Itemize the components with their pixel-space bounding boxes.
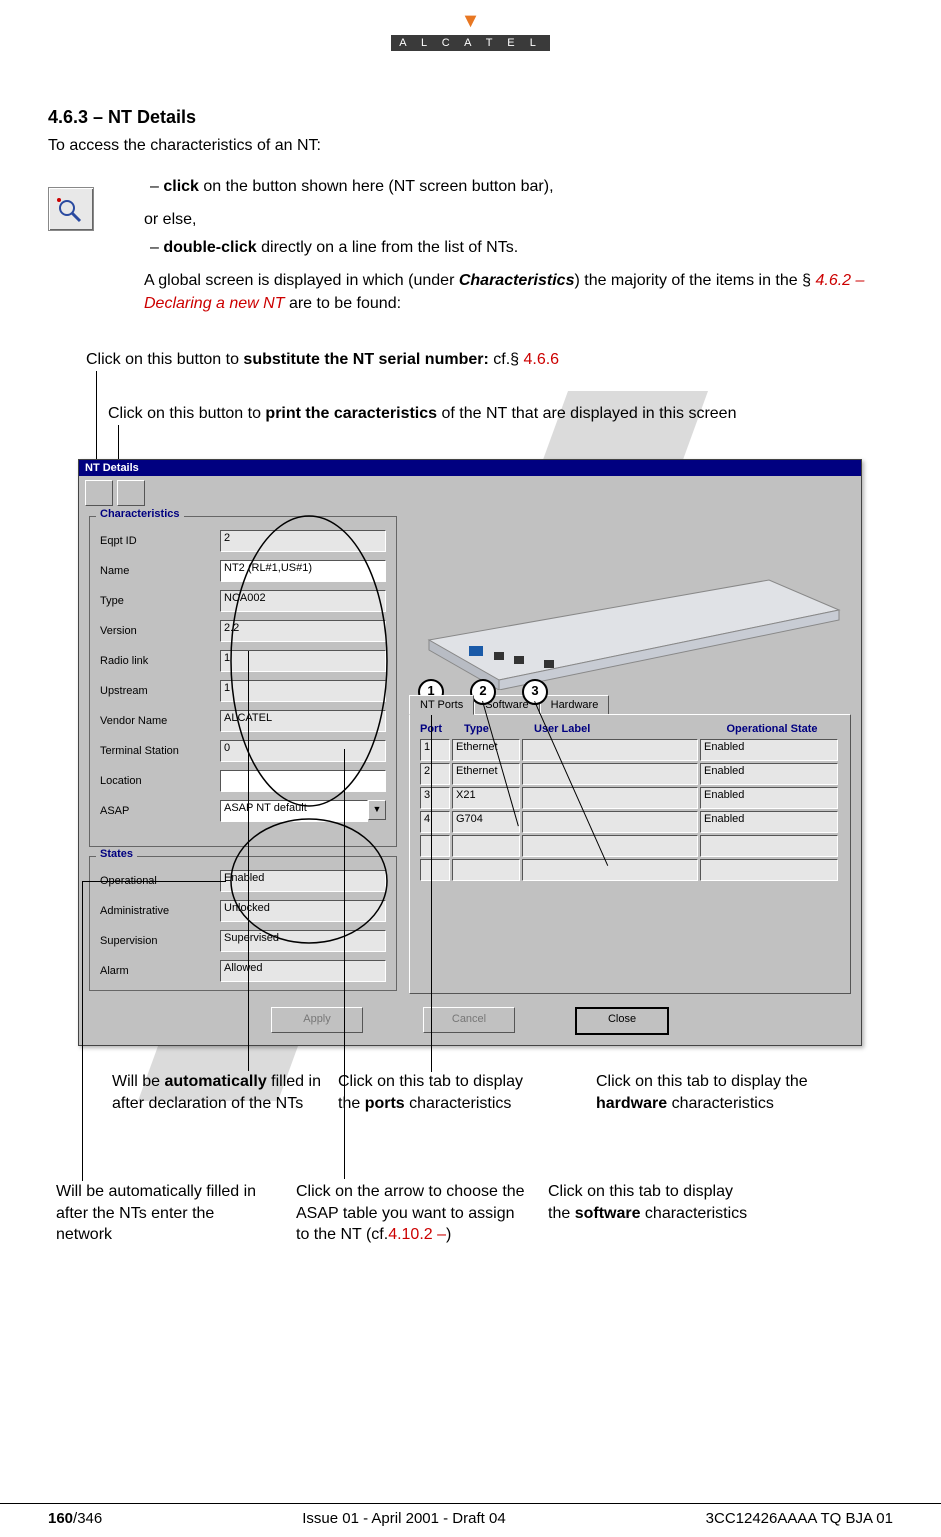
label-radio-link: Radio link xyxy=(100,655,220,667)
tab-bar: NT Ports Software Hardware xyxy=(409,694,609,714)
ports-panel: Port Type User Label Operational State 1… xyxy=(409,714,851,994)
details-toolbar-button[interactable] xyxy=(48,187,94,231)
close-button[interactable]: Close xyxy=(575,1007,669,1035)
label-admin-state: Administrative xyxy=(100,905,220,917)
label-version: Version xyxy=(100,625,220,637)
callout-ports-tab: Click on this tab to display the ports c… xyxy=(338,1071,528,1114)
window-titlebar: NT Details xyxy=(79,460,861,476)
bullet-doubleclick: double-click directly on a line from the… xyxy=(150,236,893,259)
footer-docref: 3CC12426AAAA TQ BJA 01 xyxy=(706,1510,893,1527)
label-supervision: Supervision xyxy=(100,935,220,947)
label-name: Name xyxy=(100,565,220,577)
label-location: Location xyxy=(100,775,220,787)
callout-auto-network: Will be automatically filled in after th… xyxy=(56,1181,266,1246)
port-row[interactable]: 2EthernetEnabled xyxy=(410,763,850,785)
callout-software-tab: Click on this tab to display the softwar… xyxy=(548,1181,748,1224)
col-type: Type xyxy=(464,723,534,735)
label-upstream: Upstream xyxy=(100,685,220,697)
callout-auto-declaration: Will be automatically filled in after de… xyxy=(112,1071,322,1114)
substitute-serial-button[interactable] xyxy=(85,480,113,506)
page-footer: 160/346 Issue 01 - April 2001 - Draft 04… xyxy=(0,1503,941,1537)
leader-line xyxy=(431,701,432,1071)
ellipse-fields xyxy=(224,511,394,811)
tab-nt-ports[interactable]: NT Ports xyxy=(409,695,474,715)
callout-hardware-tab: Click on this tab to display the hardwar… xyxy=(596,1071,816,1114)
port-row[interactable]: 1EthernetEnabled xyxy=(410,739,850,761)
label-vendor: Vendor Name xyxy=(100,715,220,727)
col-port: Port xyxy=(420,723,464,735)
label-eqpt-id: Eqpt ID xyxy=(100,535,220,547)
port-row[interactable]: 3X21Enabled xyxy=(410,787,850,809)
leader-line xyxy=(248,651,249,1071)
ellipse-states xyxy=(224,811,394,951)
magnifier-icon xyxy=(53,194,89,224)
section-heading: 4.6.3 – NT Details xyxy=(48,107,893,128)
value-alarm: Allowed xyxy=(220,960,386,982)
states-label: States xyxy=(96,848,137,860)
print-button[interactable] xyxy=(117,480,145,506)
label-asap: ASAP xyxy=(100,805,220,817)
port-row[interactable] xyxy=(410,859,850,881)
callout-asap-arrow: Click on the arrow to choose the ASAP ta… xyxy=(296,1181,526,1246)
brand-logo: ▼ A L C A T E L xyxy=(48,10,893,51)
tab-hardware[interactable]: Hardware xyxy=(540,695,610,715)
footer-issue: Issue 01 - April 2001 - Draft 04 xyxy=(302,1510,505,1527)
leader-line xyxy=(82,881,226,882)
bullet-click: click on the button shown here (NT scree… xyxy=(150,175,893,198)
nt-details-window: NT Details Characteristics Eqpt ID2 Name… xyxy=(78,459,862,1046)
leader-line xyxy=(82,881,83,1181)
leader-line xyxy=(344,749,345,1179)
page-total: /346 xyxy=(73,1510,102,1527)
or-else: or else, xyxy=(144,208,893,231)
cancel-button[interactable]: Cancel xyxy=(423,1007,515,1033)
label-terminal: Terminal Station xyxy=(100,745,220,757)
page-number: 160 xyxy=(48,1510,73,1527)
col-user-label: User Label xyxy=(534,723,704,735)
label-alarm: Alarm xyxy=(100,965,220,977)
global-screen-text: A global screen is displayed in which (u… xyxy=(144,269,893,315)
callout-substitute-serial: Click on this button to substitute the N… xyxy=(86,351,559,369)
apply-button[interactable]: Apply xyxy=(271,1007,363,1033)
device-illustration xyxy=(409,520,849,690)
characteristics-label: Characteristics xyxy=(96,508,184,520)
port-row[interactable] xyxy=(410,835,850,857)
callout-print-characteristics: Click on this button to print the caract… xyxy=(108,405,736,423)
brand-text: A L C A T E L xyxy=(391,35,550,51)
col-op-state: Operational State xyxy=(704,723,840,735)
port-row[interactable]: 4G704Enabled xyxy=(410,811,850,833)
intro-text: To access the characteristics of an NT: xyxy=(48,134,893,157)
label-type: Type xyxy=(100,595,220,607)
